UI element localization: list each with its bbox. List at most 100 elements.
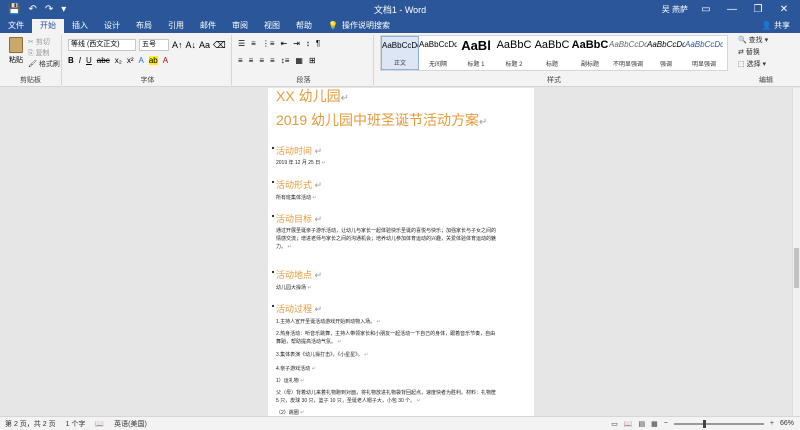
zoom-out-icon[interactable]: − [664,420,668,427]
style-emphasis[interactable]: AaBbCcDd 强调 [647,36,685,70]
shrink-font-icon[interactable]: A↓ [186,40,197,50]
subscript-icon[interactable]: x₂ [115,56,122,65]
ribbon-display-icon[interactable]: ▭ [698,4,714,15]
tab-review[interactable]: 审阅 [224,19,256,33]
maximize-icon[interactable]: ❐ [750,4,766,15]
list-item[interactable]: 3.集体表演《幼儿操打击》，《小星星》。 ↵ [276,351,500,359]
list-item[interactable]: 2.热身活动：听音乐跳舞，主持人带领家长和小朋友一起活动一下自己的身体，跟着音乐… [276,330,500,346]
tab-help[interactable]: 帮助 [288,19,320,33]
increase-indent-icon[interactable]: ⇥ [293,39,300,48]
vertical-scrollbar[interactable] [792,88,800,416]
list-item[interactable]: 1）运礼物 ↵ [276,377,500,385]
zoom-slider[interactable] [673,419,764,428]
close-icon[interactable]: ✕ [776,4,792,15]
section-heading[interactable]: 活动时间 ↵ [271,144,322,157]
minimize-icon[interactable]: — [724,4,740,15]
change-case-icon[interactable]: Aa [199,40,210,50]
find-button[interactable]: 🔍 查找 ▾ [738,35,768,47]
language[interactable]: 英语(美国) [109,419,152,429]
clear-format-icon[interactable]: ⌫ [213,40,226,51]
font-color-icon[interactable]: A [163,56,168,65]
section-body[interactable]: 通过开展圣诞亲子游乐活动，让幼儿与家长一起体验快乐圣诞的喜悦与快乐；加强家长与子… [276,227,500,251]
numbering-icon[interactable]: ≡ [251,39,256,48]
tab-layout[interactable]: 布局 [128,19,160,33]
proofing-icon[interactable]: 📖 [90,420,109,428]
style-intense-emphasis[interactable]: AaBbCcDd 明显强调 [685,36,723,70]
section-body[interactable]: 所有班集体活动 ↵ [276,194,500,202]
align-left-icon[interactable]: ≡ [238,56,243,65]
style-normal[interactable]: AaBbCcDd 正文 [381,36,419,70]
save-icon[interactable]: 💾 [8,4,20,15]
section-body[interactable]: 幼儿园大操场 ↵ [276,284,500,292]
show-marks-icon[interactable]: ¶ [316,39,320,48]
word-count[interactable]: 1 个字 [61,419,91,429]
redo-icon[interactable]: ↷ [45,4,53,15]
superscript-icon[interactable]: x² [127,56,134,65]
strikethrough-icon[interactable]: abc [97,56,110,65]
text-effects-icon[interactable]: A [138,56,143,65]
style-title[interactable]: AaBbC 标题 [533,36,571,70]
font-size-select[interactable]: 五号 [139,39,169,51]
style-heading-1[interactable]: AaBl 标题 1 [457,36,495,70]
decrease-indent-icon[interactable]: ⇤ [281,39,288,48]
align-right-icon[interactable]: ≡ [259,56,264,65]
select-button[interactable]: ⬚ 选择 ▾ [738,59,768,71]
doc-title-1[interactable]: XX 幼儿园↵ [276,88,349,106]
copy-button[interactable]: ⎘ 复制 [28,48,60,59]
multilevel-list-icon[interactable]: ⋮≡ [262,39,275,48]
tab-file[interactable]: 文件 [0,19,32,33]
highlight-icon[interactable]: ab [148,56,158,65]
tab-mailings[interactable]: 邮件 [192,19,224,33]
tab-insert[interactable]: 插入 [64,19,96,33]
cut-button[interactable]: ✂ 剪切 [28,37,60,48]
underline-icon[interactable]: U [86,56,92,65]
document-page[interactable]: XX 幼儿园↵ 2019 幼儿园中班圣诞节活动方案↵ 活动时间 ↵ 2019 年… [268,88,534,416]
focus-mode-icon[interactable]: ▭ [611,420,618,428]
document-canvas[interactable]: XX 幼儿园↵ 2019 幼儿园中班圣诞节活动方案↵ 活动时间 ↵ 2019 年… [0,88,792,416]
bullets-icon[interactable]: ☰ [238,39,245,48]
tab-view[interactable]: 视图 [256,19,288,33]
style-heading-2[interactable]: AaBbC 标题 2 [495,36,533,70]
zoom-level[interactable]: 66% [780,420,794,427]
style-subtitle[interactable]: AaBbC 副标题 [571,36,609,70]
share-button[interactable]: 👤 共享 [762,19,800,33]
list-item[interactable]: 父（母）背着幼儿来着礼物跑到对面，将礼物放进礼物袋背回起点，速度快者为胜利。材料… [276,389,500,405]
list-item[interactable]: （2）跳圈 ↵ [276,409,500,416]
borders-icon[interactable]: ⊞ [309,56,316,65]
section-heading[interactable]: 活动目标 ↵ [271,212,322,225]
tab-design[interactable]: 设计 [96,19,128,33]
bold-icon[interactable]: B [68,56,74,65]
section-heading[interactable]: 活动形式 ↵ [271,178,322,191]
format-painter-button[interactable]: 🖌 格式刷 [28,59,60,70]
style-subtle-emphasis[interactable]: AaBbCcDd 不明显强调 [609,36,647,70]
paste-button[interactable]: 粘贴 [6,37,26,67]
page-count[interactable]: 第 2 页，共 2 页 [0,419,61,429]
shading-icon[interactable]: ▦ [295,56,303,65]
user-name[interactable]: 吴 燕萨 [662,4,688,15]
tab-references[interactable]: 引用 [160,19,192,33]
sort-icon[interactable]: ↕ [306,39,310,48]
zoom-in-icon[interactable]: + [770,420,774,427]
list-item[interactable]: 1.主持人宣开圣诞活动游戏开始到动物入场。 ↵ [276,318,500,326]
undo-icon[interactable]: ↶ [28,4,36,15]
tab-home[interactable]: 开始 [32,19,64,33]
grow-font-icon[interactable]: A↑ [172,40,183,50]
print-layout-icon[interactable]: ▤ [639,420,646,428]
read-mode-icon[interactable]: 📖 [624,420,633,428]
customize-icon[interactable]: ▾ [61,4,66,15]
section-heading[interactable]: 活动地点 ↵ [271,268,322,281]
list-item[interactable]: 4.亲子游戏活动 ↵ [276,365,500,373]
scrollbar-thumb[interactable] [794,248,799,288]
tell-me-search[interactable]: 💡 操作说明搜索 [320,19,390,33]
align-center-icon[interactable]: ≡ [249,56,254,65]
section-body[interactable]: 2019 年 12 月 25 日 ↵ [276,159,500,167]
web-layout-icon[interactable]: ▦ [651,420,658,428]
style-no-spacing[interactable]: AaBbCcDd 无间隔 [419,36,457,70]
line-spacing-icon[interactable]: ↕≡ [281,56,290,65]
doc-title-2[interactable]: 2019 幼儿园中班圣诞节活动方案↵ [276,110,487,130]
zoom-slider-knob[interactable] [702,419,706,428]
section-heading[interactable]: 活动过程 ↵ [271,302,322,315]
replace-button[interactable]: ⇄ 替换 [738,47,768,59]
italic-icon[interactable]: I [79,56,81,65]
justify-icon[interactable]: ≡ [270,56,275,65]
